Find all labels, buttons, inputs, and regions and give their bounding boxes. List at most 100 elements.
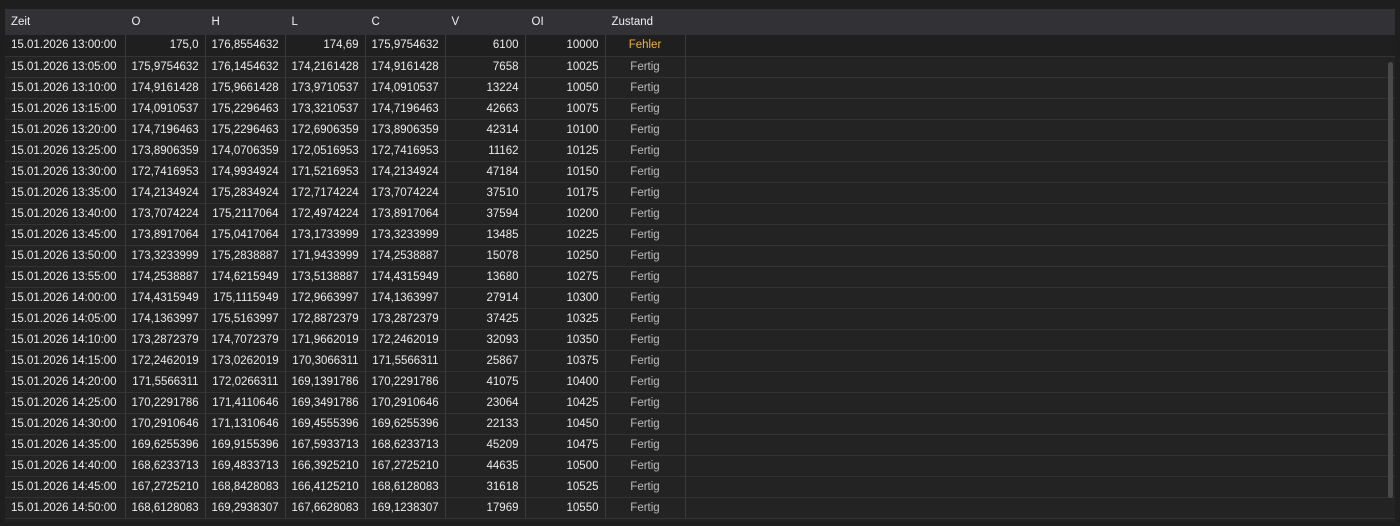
cell-filler xyxy=(685,455,1395,477)
table-row[interactable]: 15.01.2026 13:30:00 172,7416953 174,993492… xyxy=(5,161,1395,183)
cell-l: 169,4555396 xyxy=(285,413,366,435)
table-row[interactable]: 15.01.2026 13:05:00 175,9754632 176,145463… xyxy=(5,56,1395,78)
cell-o: 173,3233999 xyxy=(125,245,206,267)
column-header-o[interactable]: O xyxy=(125,9,206,35)
cell-filler xyxy=(685,161,1395,183)
table-row[interactable]: 15.01.2026 13:00:00 175,0 176,8554632 174,6… xyxy=(5,35,1395,57)
cell-filler xyxy=(685,329,1395,351)
cell-oi: 10150 xyxy=(525,161,606,183)
cell-c: 173,2872379 xyxy=(365,308,446,330)
cell-o: 174,0910537 xyxy=(125,98,206,120)
table-row[interactable]: 15.01.2026 14:40:00 168,6233713 169,483371… xyxy=(5,455,1395,477)
cell-o: 168,6128083 xyxy=(125,497,206,519)
cell-o: 174,2538887 xyxy=(125,266,206,288)
cell-filler xyxy=(685,308,1395,330)
table-row[interactable]: 15.01.2026 13:10:00 174,9161428 175,966142… xyxy=(5,77,1395,99)
cell-h: 174,7072379 xyxy=(205,329,286,351)
cell-oi: 10250 xyxy=(525,245,606,267)
cell-zeit: 15.01.2026 13:20:00 xyxy=(5,119,126,141)
table-row[interactable]: 15.01.2026 14:45:00 167,2725210 168,842808… xyxy=(5,476,1395,498)
column-header-h[interactable]: H xyxy=(205,9,286,35)
table-row[interactable]: 15.01.2026 14:50:00 168,6128083 169,293830… xyxy=(5,497,1395,519)
column-header-zustand[interactable]: Zustand xyxy=(605,9,686,35)
cell-h: 172,0266311 xyxy=(205,371,286,393)
table-row[interactable]: 15.01.2026 13:35:00 174,2134924 175,283492… xyxy=(5,182,1395,204)
cell-c: 174,1363997 xyxy=(365,287,446,309)
cell-v: 37594 xyxy=(445,203,526,225)
cell-l: 171,9433999 xyxy=(285,245,366,267)
cell-h: 171,1310646 xyxy=(205,413,286,435)
table-row[interactable]: 15.01.2026 14:30:00 170,2910646 171,131064… xyxy=(5,413,1395,435)
table-row[interactable]: 15.01.2026 14:10:00 173,2872379 174,707237… xyxy=(5,329,1395,351)
table-row[interactable]: 15.01.2026 14:05:00 174,1363997 175,516399… xyxy=(5,308,1395,330)
table-row[interactable]: 15.01.2026 13:50:00 173,3233999 175,283888… xyxy=(5,245,1395,267)
cell-c: 173,3233999 xyxy=(365,224,446,246)
column-header-oi[interactable]: OI xyxy=(525,9,606,35)
table-row[interactable]: 15.01.2026 13:45:00 173,8917064 175,041706… xyxy=(5,224,1395,246)
cell-oi: 10425 xyxy=(525,392,606,414)
cell-l: 171,5216953 xyxy=(285,161,366,183)
cell-oi: 10525 xyxy=(525,476,606,498)
cell-filler xyxy=(685,266,1395,288)
cell-h: 169,9155396 xyxy=(205,434,286,456)
table-row[interactable]: 15.01.2026 13:25:00 173,8906359 174,070635… xyxy=(5,140,1395,162)
cell-filler xyxy=(685,140,1395,162)
cell-h: 175,2296463 xyxy=(205,98,286,120)
column-header-v[interactable]: V xyxy=(445,9,526,35)
cell-c: 168,6233713 xyxy=(365,434,446,456)
cell-c: 175,9754632 xyxy=(365,35,446,57)
cell-c: 167,2725210 xyxy=(365,455,446,477)
data-grid[interactable]: Zeit O H L C V OI Zustand 15.01.2026 13:… xyxy=(5,9,1395,522)
cell-zeit: 15.01.2026 13:25:00 xyxy=(5,140,126,162)
table-row[interactable]: 15.01.2026 13:55:00 174,2538887 174,621594… xyxy=(5,266,1395,288)
cell-h: 174,9934924 xyxy=(205,161,286,183)
cell-v: 6100 xyxy=(445,35,526,57)
cell-h: 175,0417064 xyxy=(205,224,286,246)
cell-o: 170,2910646 xyxy=(125,413,206,435)
cell-oi: 10400 xyxy=(525,371,606,393)
column-header-l[interactable]: L xyxy=(285,9,366,35)
cell-o: 174,7196463 xyxy=(125,119,206,141)
table-row[interactable]: 15.01.2026 13:15:00 174,0910537 175,229646… xyxy=(5,98,1395,120)
table-row[interactable]: 15.01.2026 13:20:00 174,7196463 175,229646… xyxy=(5,119,1395,141)
cell-l: 166,3925210 xyxy=(285,455,366,477)
table-header: Zeit O H L C V OI Zustand xyxy=(5,9,1395,35)
table-row[interactable]: 15.01.2026 14:00:00 174,4315949 175,111594… xyxy=(5,287,1395,309)
cell-l: 169,3491786 xyxy=(285,392,366,414)
cell-zeit: 15.01.2026 13:55:00 xyxy=(5,266,126,288)
cell-v: 17969 xyxy=(445,497,526,519)
cell-o: 171,5566311 xyxy=(125,371,206,393)
cell-zeit: 15.01.2026 14:15:00 xyxy=(5,350,126,372)
cell-filler xyxy=(685,56,1395,78)
cell-oi: 10550 xyxy=(525,497,606,519)
table-row[interactable]: 15.01.2026 13:40:00 173,7074224 175,211706… xyxy=(5,203,1395,225)
table-row[interactable]: 15.01.2026 14:25:00 170,2291786 171,411064… xyxy=(5,392,1395,414)
table-row[interactable]: 15.01.2026 14:20:00 171,5566311 172,026631… xyxy=(5,371,1395,393)
cell-oi: 10200 xyxy=(525,203,606,225)
cell-c: 174,2538887 xyxy=(365,245,446,267)
cell-l: 169,1391786 xyxy=(285,371,366,393)
cell-o: 173,8906359 xyxy=(125,140,206,162)
cell-zeit: 15.01.2026 13:05:00 xyxy=(5,56,126,78)
column-header-zeit[interactable]: Zeit xyxy=(5,9,126,35)
cell-h: 175,2838887 xyxy=(205,245,286,267)
cell-zustand: Fertig xyxy=(605,392,686,414)
cell-c: 172,2462019 xyxy=(365,329,446,351)
cell-filler xyxy=(685,413,1395,435)
vertical-scrollbar[interactable] xyxy=(1388,62,1393,498)
column-header-c[interactable]: C xyxy=(365,9,446,35)
cell-zeit: 15.01.2026 14:30:00 xyxy=(5,413,126,435)
cell-c: 174,7196463 xyxy=(365,98,446,120)
cell-v: 31618 xyxy=(445,476,526,498)
cell-zustand: Fertig xyxy=(605,434,686,456)
cell-filler xyxy=(685,287,1395,309)
cell-v: 7658 xyxy=(445,56,526,78)
cell-zeit: 15.01.2026 14:35:00 xyxy=(5,434,126,456)
table-row[interactable]: 15.01.2026 14:35:00 169,6255396 169,915539… xyxy=(5,434,1395,456)
cell-o: 170,2291786 xyxy=(125,392,206,414)
header-row: Zeit O H L C V OI Zustand xyxy=(5,9,1395,35)
cell-l: 173,5138887 xyxy=(285,266,366,288)
cell-c: 174,0910537 xyxy=(365,77,446,99)
cell-oi: 10350 xyxy=(525,329,606,351)
table-row[interactable]: 15.01.2026 14:15:00 172,2462019 173,026201… xyxy=(5,350,1395,372)
